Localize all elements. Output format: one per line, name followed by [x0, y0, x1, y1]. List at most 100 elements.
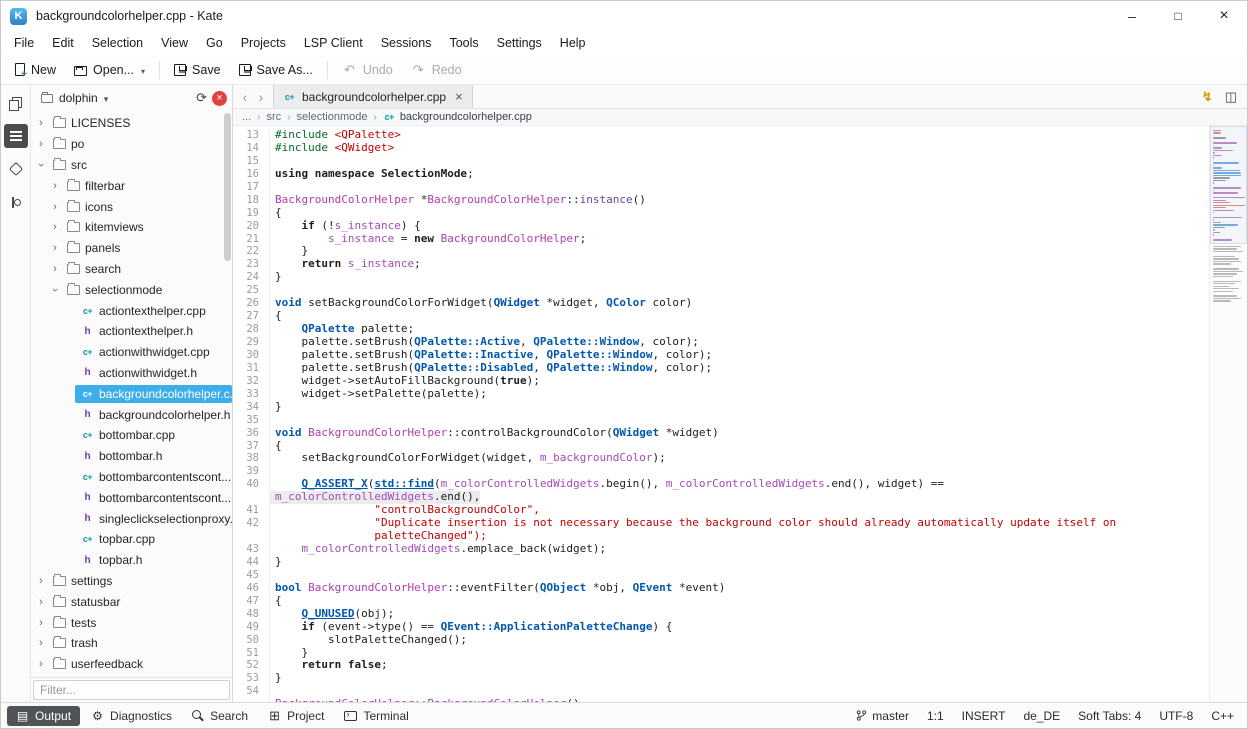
breadcrumb-item-backgroundcolorhelper-cpp[interactable]: backgroundcolorhelper.cpp [383, 111, 532, 123]
expand-arrow-icon[interactable] [35, 637, 47, 649]
menu-selection[interactable]: Selection [83, 33, 152, 53]
code-line[interactable]: 36void BackgroundColorHelper::controlBac… [233, 427, 1209, 440]
tree-item-icons[interactable]: icons [31, 196, 232, 217]
filter-input[interactable] [33, 680, 230, 700]
toolbar-undo[interactable]: Undo [334, 58, 401, 81]
code-editor[interactable]: 13#include <QPalette>14#include <QWidget… [233, 126, 1209, 702]
menu-tools[interactable]: Tools [440, 33, 487, 53]
expand-arrow-icon[interactable] [35, 617, 47, 629]
expand-arrow-icon[interactable] [35, 658, 47, 670]
tree-item-userfeedback[interactable]: userfeedback [31, 654, 232, 675]
expand-arrow-icon[interactable] [35, 596, 47, 608]
code-line[interactable]: 18BackgroundColorHelper *BackgroundColor… [233, 194, 1209, 207]
code-line[interactable]: BackgroundColorHelper::BackgroundColorHe… [233, 698, 1209, 702]
toolview-button-search[interactable]: Search [183, 706, 257, 726]
toolbar-open[interactable]: Open... [66, 59, 153, 81]
tree-item-kitemviews[interactable]: kitemviews [31, 217, 232, 238]
tree-item-bottombarcontentscont[interactable]: bottombarcontentscont... [31, 487, 232, 508]
refresh-icon[interactable] [196, 89, 207, 107]
code-line[interactable]: 16using namespace SelectionMode; [233, 168, 1209, 181]
tree-item-singleclickselectionproxy[interactable]: singleclickselectionproxy... [31, 508, 232, 529]
collapse-arrow-icon[interactable] [49, 284, 61, 296]
status-master[interactable]: master [856, 709, 909, 723]
symbols-toolview-button[interactable] [4, 190, 28, 214]
toolview-button-terminal[interactable]: Terminal [335, 706, 417, 726]
breadcrumb-item-[interactable]: ... [242, 111, 251, 123]
tree-item-licenses[interactable]: LICENSES [31, 113, 232, 134]
tab-backgroundcolorhelper[interactable]: backgroundcolorhelper.cpp [273, 85, 473, 108]
toolbar-redo[interactable]: Redo [403, 58, 470, 81]
toolview-button-diagnostics[interactable]: Diagnostics [82, 706, 181, 726]
expand-arrow-icon[interactable] [49, 263, 61, 275]
status-soft-tabs-4[interactable]: Soft Tabs: 4 [1078, 709, 1141, 723]
expand-arrow-icon[interactable] [49, 201, 61, 213]
tree-item-selectionmode[interactable]: selectionmode [31, 279, 232, 300]
tree-scrollbar[interactable] [224, 113, 231, 261]
documents-toolview-button[interactable] [4, 91, 28, 115]
tree-item-filterbar[interactable]: filterbar [31, 175, 232, 196]
git-toolview-button[interactable] [4, 157, 28, 181]
tree-item-topbar-h[interactable]: topbar.h [31, 550, 232, 571]
menu-projects[interactable]: Projects [232, 33, 295, 53]
tree-item-actiontexthelper-cpp[interactable]: actiontexthelper.cpp [31, 300, 232, 321]
tree-item-search[interactable]: search [31, 259, 232, 280]
status-insert[interactable]: INSERT [962, 709, 1006, 723]
tree-item-backgroundcolorhelper-c[interactable]: backgroundcolorhelper.c... [31, 383, 232, 404]
close-panel-button[interactable] [212, 91, 227, 106]
menu-settings[interactable]: Settings [488, 33, 551, 53]
toolbar-new[interactable]: New [7, 59, 64, 81]
tree-item-panels[interactable]: panels [31, 238, 232, 259]
code-line[interactable]: 53} [233, 672, 1209, 685]
code-line[interactable]: 44} [233, 556, 1209, 569]
expand-arrow-icon[interactable] [49, 242, 61, 254]
expand-arrow-icon[interactable] [49, 180, 61, 192]
tree-item-tests[interactable]: tests [31, 612, 232, 633]
tree-item-actiontexthelper-h[interactable]: actiontexthelper.h [31, 321, 232, 342]
tree-item-src[interactable]: src [31, 155, 232, 176]
tree-item-bottombarcontentscont[interactable]: bottombarcontentscont... [31, 467, 232, 488]
tree-item-po[interactable]: po [31, 134, 232, 155]
status-1-1[interactable]: 1:1 [927, 709, 944, 723]
tree-item-topbar-cpp[interactable]: topbar.cpp [31, 529, 232, 550]
code-line[interactable]: 24} [233, 271, 1209, 284]
breadcrumb-item-selectionmode[interactable]: selectionmode [297, 111, 368, 123]
forward-arrow-icon[interactable] [253, 89, 269, 105]
code-line[interactable]: 21 s_instance = new BackgroundColorHelpe… [233, 233, 1209, 246]
menu-lsp-client[interactable]: LSP Client [295, 33, 372, 53]
tree-item-bottombar-h[interactable]: bottombar.h [31, 446, 232, 467]
tree-item-backgroundcolorhelper-h[interactable]: backgroundcolorhelper.h [31, 404, 232, 425]
project-selector[interactable]: dolphin [36, 89, 191, 107]
toolview-button-project[interactable]: Project [259, 706, 333, 726]
menu-sessions[interactable]: Sessions [372, 33, 441, 53]
menu-go[interactable]: Go [197, 33, 232, 53]
back-arrow-icon[interactable] [237, 89, 253, 105]
tree-item-statusbar[interactable]: statusbar [31, 591, 232, 612]
menu-file[interactable]: File [5, 33, 43, 53]
breadcrumb-item-src[interactable]: src [267, 111, 282, 123]
tree-item-trash[interactable]: trash [31, 633, 232, 654]
tree-item-actionwithwidget-cpp[interactable]: actionwithwidget.cpp [31, 342, 232, 363]
expand-arrow-icon[interactable] [49, 221, 61, 233]
status-utf-8[interactable]: UTF-8 [1159, 709, 1193, 723]
minimap[interactable] [1209, 126, 1247, 702]
tree-item-actionwithwidget-h[interactable]: actionwithwidget.h [31, 363, 232, 384]
minimize-button[interactable] [1109, 1, 1155, 31]
expand-arrow-icon[interactable] [35, 138, 47, 150]
code-line[interactable]: 23 return s_instance; [233, 258, 1209, 271]
tab-close-icon[interactable] [455, 89, 463, 104]
status-de-de[interactable]: de_DE [1023, 709, 1060, 723]
code-line[interactable]: 52 return false; [233, 659, 1209, 672]
expand-arrow-icon[interactable] [35, 117, 47, 129]
close-button[interactable] [1201, 1, 1247, 31]
code-line[interactable]: 26void setBackgroundColorForWidget(QWidg… [233, 297, 1209, 310]
code-line[interactable]: 38 setBackgroundColorForWidget(widget, m… [233, 452, 1209, 465]
menu-view[interactable]: View [152, 33, 197, 53]
tree-item-settings[interactable]: settings [31, 571, 232, 592]
status-c[interactable]: C++ [1211, 709, 1234, 723]
menu-help[interactable]: Help [551, 33, 595, 53]
toolbar-save[interactable]: Save [166, 59, 229, 81]
code-line[interactable]: 14#include <QWidget> [233, 142, 1209, 155]
tree-item-bottombar-cpp[interactable]: bottombar.cpp [31, 425, 232, 446]
toolbar-save-as[interactable]: Save As... [231, 59, 321, 81]
code-line[interactable]: 33 widget->setPalette(palette); [233, 388, 1209, 401]
